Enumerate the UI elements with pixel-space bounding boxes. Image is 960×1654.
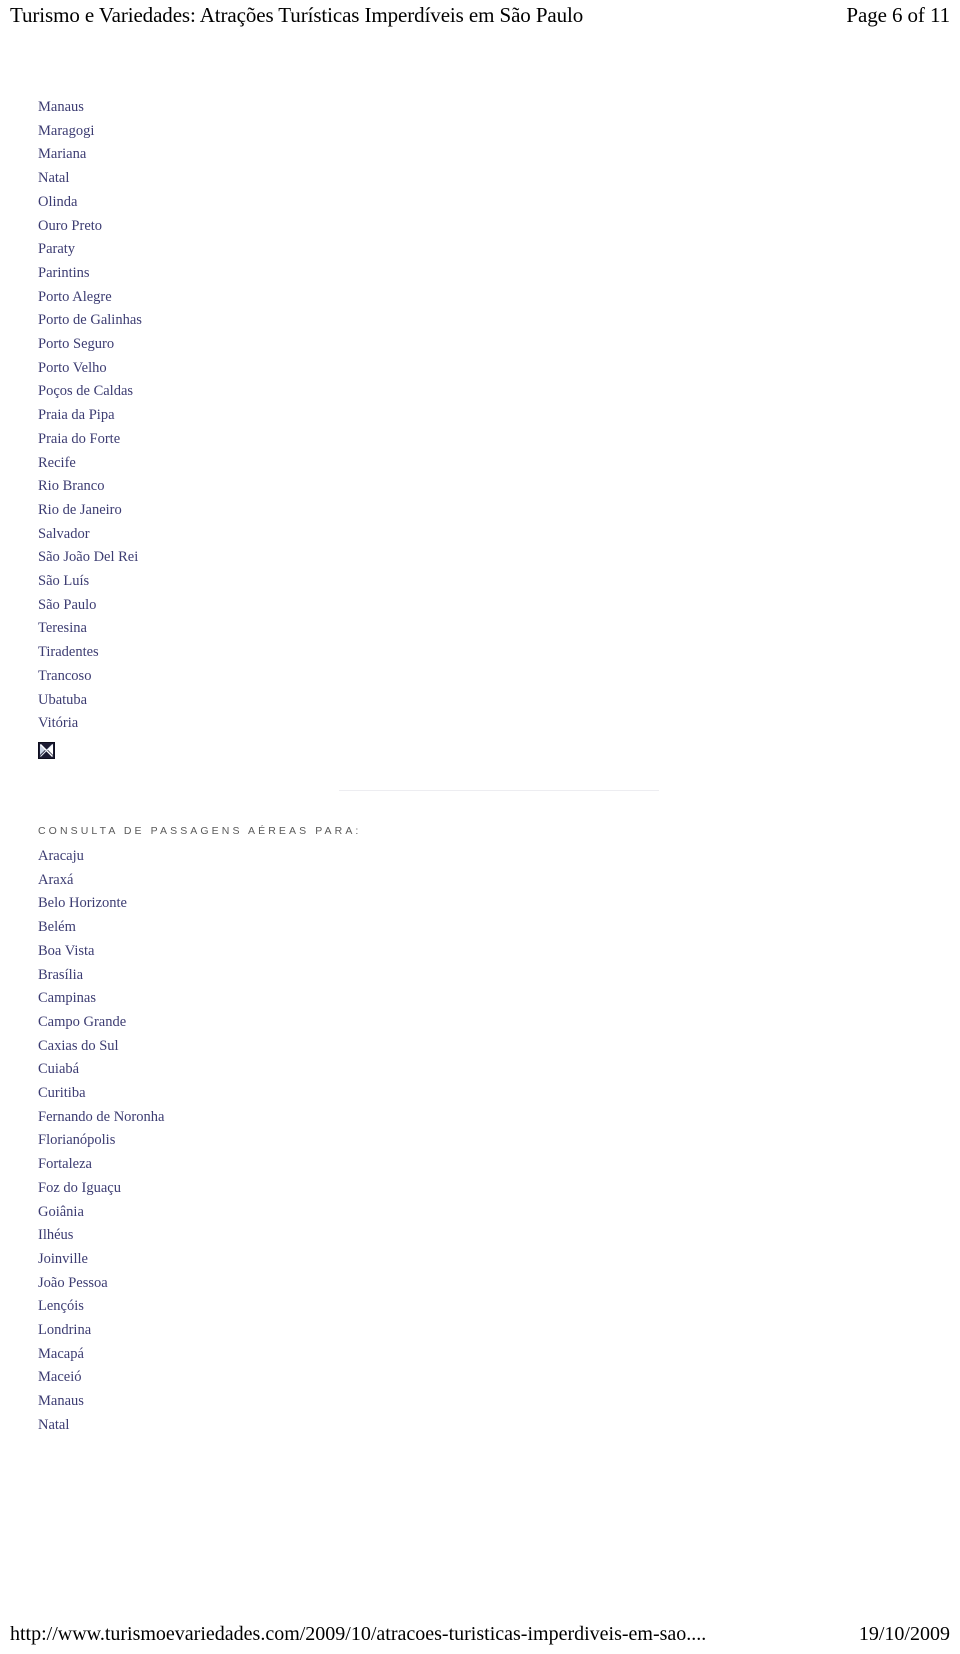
airfare-destination-link[interactable]: Natal [0,1414,960,1438]
destination-link[interactable]: Salvador [0,523,960,547]
page-indicator: Page 6 of 11 [846,3,950,27]
airfare-destination-link[interactable]: Macapá [0,1343,960,1367]
airfare-destination-link[interactable]: Boa Vista [0,940,960,964]
print-header: Turismo e Variedades: Atrações Turística… [0,0,960,30]
destination-link[interactable]: Praia do Forte [0,428,960,452]
broken-image-container [0,736,960,762]
destination-link[interactable]: Porto Alegre [0,286,960,310]
airfare-destination-link[interactable]: Cuiabá [0,1058,960,1082]
destinations-list: Manaus Maragogi Mariana Natal Olinda Ouro Pre… [0,96,960,736]
destination-link[interactable]: Maragogi [0,120,960,144]
destination-link[interactable]: Ouro Preto [0,215,960,239]
airfare-destination-link[interactable]: Campinas [0,987,960,1011]
airfare-destination-link[interactable]: Lençóis [0,1295,960,1319]
destination-link[interactable]: Porto Seguro [0,333,960,357]
airfare-destination-link[interactable]: Foz do Iguaçu [0,1177,960,1201]
destination-link[interactable]: Ubatuba [0,689,960,713]
destination-link[interactable]: São Luís [0,570,960,594]
destination-link[interactable]: Parintins [0,262,960,286]
destination-link[interactable]: Vitória [0,712,960,736]
destination-link[interactable]: Mariana [0,143,960,167]
footer-url: http://www.turismoevariedades.com/2009/1… [10,1623,707,1645]
destination-link[interactable]: Porto Velho [0,357,960,381]
page-content: Manaus Maragogi Mariana Natal Olinda Ouro Pre… [0,96,960,1438]
airfare-destination-link[interactable]: Manaus [0,1390,960,1414]
destination-link[interactable]: Recife [0,452,960,476]
airfare-destination-link[interactable]: Belo Horizonte [0,892,960,916]
airfare-destination-link[interactable]: Curitiba [0,1082,960,1106]
airfare-destination-link[interactable]: Aracaju [0,845,960,869]
destination-link[interactable]: Olinda [0,191,960,215]
airfare-destination-link[interactable]: Belém [0,916,960,940]
destination-link[interactable]: Praia da Pipa [0,404,960,428]
section-divider [339,789,659,791]
airfare-destination-link[interactable]: Ilhéus [0,1224,960,1248]
destination-link[interactable]: Manaus [0,96,960,120]
airfare-destination-link[interactable]: Caxias do Sul [0,1035,960,1059]
broken-image-icon[interactable] [38,741,55,759]
airfare-destination-link[interactable]: Londrina [0,1319,960,1343]
destination-link[interactable]: São Paulo [0,594,960,618]
airfare-destination-link[interactable]: Fernando de Noronha [0,1106,960,1130]
airfare-destination-link[interactable]: João Pessoa [0,1272,960,1296]
destination-link[interactable]: Natal [0,167,960,191]
airfare-destinations-list: Aracaju Araxá Belo Horizonte Belém Boa Vista… [0,845,960,1438]
destination-link[interactable]: Trancoso [0,665,960,689]
footer-date: 19/10/2009 [858,1623,950,1645]
destination-link[interactable]: Porto de Galinhas [0,309,960,333]
airfare-destination-link[interactable]: Araxá [0,869,960,893]
airfare-destination-link[interactable]: Joinville [0,1248,960,1272]
airfare-destination-link[interactable]: Brasília [0,964,960,988]
destination-link[interactable]: Poços de Caldas [0,380,960,404]
destination-link[interactable]: Rio de Janeiro [0,499,960,523]
airfare-section-heading: CONSULTA DE PASSAGENS AÉREAS PARA: [38,824,362,837]
destination-link[interactable]: São João Del Rei [0,546,960,570]
airfare-destination-link[interactable]: Maceió [0,1366,960,1390]
destination-link[interactable]: Rio Branco [0,475,960,499]
airfare-destination-link[interactable]: Fortaleza [0,1153,960,1177]
destination-link[interactable]: Paraty [0,238,960,262]
airfare-destination-link[interactable]: Goiânia [0,1201,960,1225]
print-footer: http://www.turismoevariedades.com/2009/1… [0,1616,960,1646]
section-divider-container [0,762,960,791]
destination-link[interactable]: Tiradentes [0,641,960,665]
airfare-destination-link[interactable]: Florianópolis [0,1129,960,1153]
destination-link[interactable]: Teresina [0,617,960,641]
document-title: Turismo e Variedades: Atrações Turística… [10,3,584,27]
airfare-destination-link[interactable]: Campo Grande [0,1011,960,1035]
